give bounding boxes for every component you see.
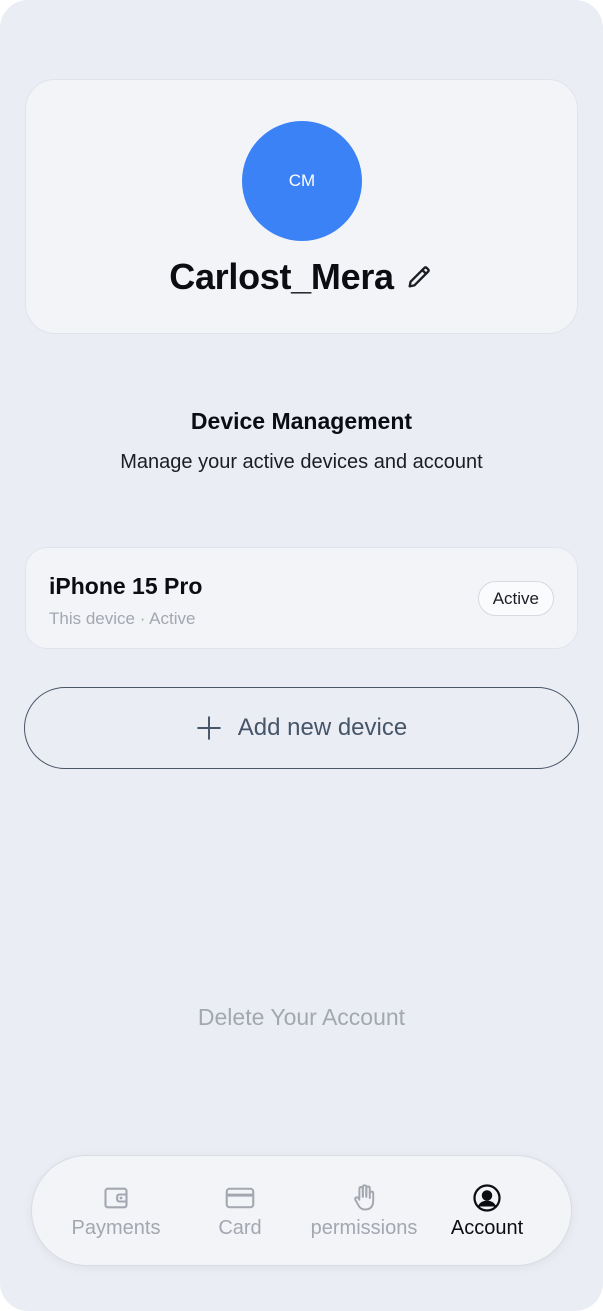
credit-card-icon [225, 1183, 255, 1213]
section-subtitle: Manage your active devices and account [120, 451, 483, 473]
add-device-button[interactable]: Add new device [24, 687, 579, 769]
section-title: Device Management [190, 408, 413, 434]
device-meta: This device · Active [49, 609, 196, 628]
account-screen: CM Carlost_Mera Device Management Manage… [0, 0, 603, 1311]
tab-label: Account [450, 1217, 524, 1239]
plus-icon [196, 715, 222, 741]
add-device-label: Add new device [237, 714, 408, 741]
hand-icon [349, 1183, 379, 1213]
device-name: iPhone 15 Pro [49, 573, 203, 599]
tab-label: Card [218, 1217, 262, 1239]
profile-name: Carlost_Mera [169, 256, 394, 297]
device-card[interactable]: iPhone 15 Pro This device · Active Activ… [25, 547, 578, 649]
status-badge: Active [477, 581, 554, 616]
wallet-icon [101, 1183, 131, 1213]
user-circle-icon [472, 1183, 502, 1213]
avatar-initials: CM [288, 171, 316, 190]
profile-name-row: Carlost_Mera [26, 256, 577, 298]
tab-payments[interactable]: Payments [51, 1156, 181, 1267]
pencil-icon[interactable] [404, 262, 434, 292]
delete-account-link[interactable]: Delete Your Account [0, 1004, 603, 1031]
tab-label: Payments [71, 1217, 161, 1239]
bottom-tab-bar: Payments Card permissions Account [31, 1155, 572, 1266]
tab-card[interactable]: Card [175, 1156, 305, 1267]
tab-permissions[interactable]: permissions [299, 1156, 429, 1267]
tab-label: permissions [310, 1217, 418, 1239]
profile-card: CM Carlost_Mera [25, 79, 578, 334]
avatar[interactable]: CM [242, 121, 362, 241]
tab-account[interactable]: Account [422, 1156, 552, 1267]
